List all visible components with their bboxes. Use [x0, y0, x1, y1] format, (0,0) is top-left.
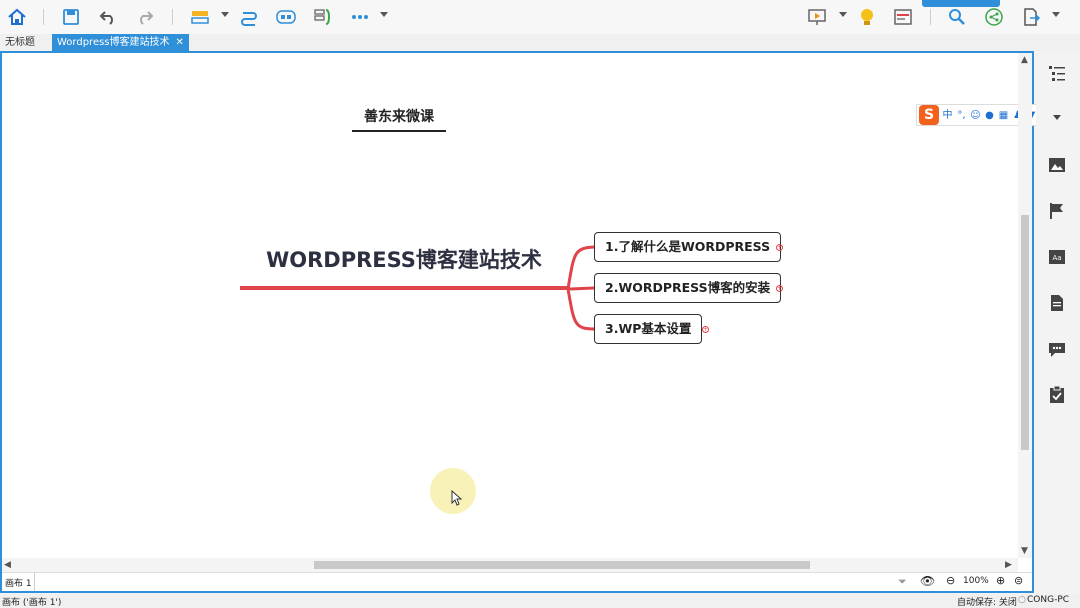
chevron-down-icon[interactable]: [1052, 12, 1060, 17]
canvas-status: 画布 ('画布 1'): [2, 598, 62, 608]
horizontal-scrollbar[interactable]: ◀ ▶: [2, 558, 1018, 572]
boundary-icon[interactable]: [275, 6, 297, 28]
fit-view-icon[interactable]: ⊜: [1014, 574, 1023, 587]
scroll-down-icon[interactable]: ▼: [1021, 546, 1028, 556]
keyboard-icon[interactable]: ▦: [998, 110, 1009, 121]
scroll-up-icon[interactable]: ▲: [1021, 55, 1028, 65]
main-toolbar: [0, 0, 1080, 34]
punctuation-icon[interactable]: °,: [956, 110, 967, 121]
mouse-pointer-icon: [451, 490, 463, 506]
sheet-tab[interactable]: 画布 1: [5, 576, 32, 589]
chevron-down-icon[interactable]: [1047, 109, 1069, 131]
toolbar-divider: [43, 9, 44, 25]
autosave-status[interactable]: 自动保存: 关闭: [957, 595, 1017, 608]
outline-icon[interactable]: [1047, 63, 1069, 85]
emoji-icon[interactable]: ☺: [970, 110, 981, 121]
branch-topic-2[interactable]: 2.WORDPRESS博客的安装: [594, 273, 782, 303]
central-topic[interactable]: WORDPRESS博客建站技术: [240, 244, 568, 274]
branch-topic-3[interactable]: 3.WP基本设置: [594, 314, 703, 344]
presentation-icon[interactable]: [806, 6, 828, 28]
relationship-icon[interactable]: [238, 6, 260, 28]
task-icon[interactable]: [1047, 385, 1069, 407]
toolbar-divider: [172, 9, 173, 25]
tab-wordpress[interactable]: Wordpress博客建站技术 ✕: [52, 34, 189, 51]
tab-label: 无标题: [5, 37, 35, 48]
chevron-down-icon[interactable]: [380, 12, 388, 17]
branch-topic-1[interactable]: 1.了解什么是WORDPRESS: [594, 232, 782, 262]
chevron-down-icon[interactable]: [221, 12, 229, 17]
filter-icon[interactable]: ⏷: [898, 575, 907, 589]
tab-untitled[interactable]: 无标题: [0, 34, 40, 51]
zoom-in-icon[interactable]: ⊕: [996, 574, 1005, 587]
home-icon[interactable]: [6, 6, 28, 28]
connector-lines: [566, 245, 595, 331]
microphone-icon[interactable]: ●: [984, 110, 995, 121]
more-icon[interactable]: [349, 6, 371, 28]
sheet-divider: [34, 573, 35, 591]
tab-label: Wordpress博客建站技术: [57, 37, 170, 48]
expand-icon[interactable]: +: [776, 285, 783, 292]
eye-icon[interactable]: 👁: [920, 574, 935, 588]
toolbar-divider: [930, 9, 931, 25]
vertical-scroll-thumb[interactable]: [1021, 215, 1029, 450]
idea-icon[interactable]: [856, 6, 878, 28]
share-icon[interactable]: [983, 6, 1005, 28]
summary-icon[interactable]: [312, 6, 334, 28]
central-underline: [240, 286, 570, 290]
redo-icon[interactable]: [134, 6, 156, 28]
ime-mode-toggle[interactable]: 中: [942, 110, 953, 121]
sogou-logo-icon[interactable]: S: [919, 105, 939, 125]
overlay-badge: [922, 0, 1000, 7]
expand-icon[interactable]: +: [702, 326, 709, 333]
style-icon[interactable]: Aa: [1047, 247, 1069, 269]
save-icon[interactable]: [60, 6, 82, 28]
scroll-left-icon[interactable]: ◀: [4, 560, 11, 570]
close-icon[interactable]: ✕: [176, 37, 184, 48]
svg-text:Aa: Aa: [1052, 254, 1061, 262]
comment-icon[interactable]: [1047, 339, 1069, 361]
chevron-down-icon[interactable]: [839, 12, 847, 17]
app-status-bar: 画布 ('画布 1') 自动保存: 关闭 ○ CONG-PC: [0, 594, 1080, 608]
insert-topic-icon[interactable]: [189, 6, 211, 28]
zoom-out-icon[interactable]: ⊖: [946, 574, 955, 587]
user-name: CONG-PC: [1027, 595, 1070, 605]
export-icon[interactable]: [1020, 6, 1042, 28]
horizontal-scroll-thumb[interactable]: [314, 561, 810, 569]
search-icon[interactable]: [946, 6, 968, 28]
user-status-icon: ○: [1018, 595, 1026, 605]
expand-icon[interactable]: +: [776, 244, 783, 251]
document-tab-bar: 无标题 Wordpress博客建站技术 ✕: [0, 34, 1080, 51]
flag-icon[interactable]: [1047, 201, 1069, 223]
mindmap-canvas[interactable]: 善东来微课 WORDPRESS博客建站技术 1.了解什么是WORDPRESS +…: [2, 53, 1018, 558]
zoom-level[interactable]: 100%: [963, 576, 989, 586]
scroll-right-icon[interactable]: ▶: [1005, 560, 1012, 570]
undo-icon[interactable]: [97, 6, 119, 28]
vertical-scrollbar[interactable]: ▲ ▼: [1018, 53, 1032, 558]
right-side-panel: Aa: [1036, 51, 1080, 594]
image-icon[interactable]: [1047, 155, 1069, 177]
outline-icon[interactable]: [892, 6, 914, 28]
sheet-bar: 画布 1 ⏷ 👁 ⊖ 100% ⊕ ⊜: [2, 572, 1032, 591]
note-icon[interactable]: [1047, 293, 1069, 315]
